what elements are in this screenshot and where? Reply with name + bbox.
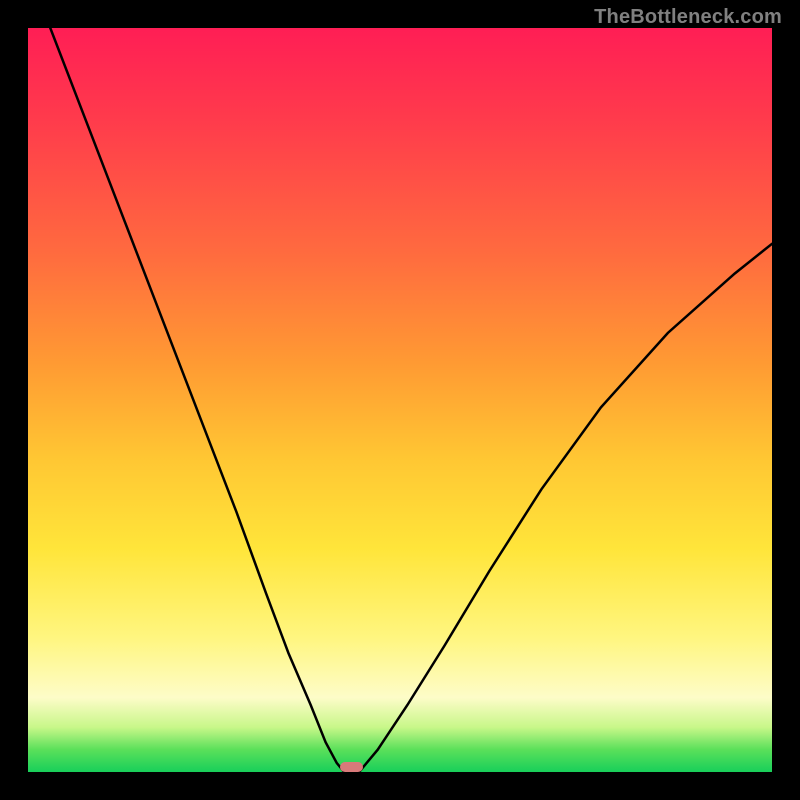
min-marker [340, 762, 362, 772]
curve-right-branch [359, 244, 772, 772]
chart-container: TheBottleneck.com [0, 0, 800, 800]
plot-area [28, 28, 772, 772]
watermark-label: TheBottleneck.com [594, 6, 782, 29]
curve-left-branch [50, 28, 344, 772]
bottleneck-curve [28, 28, 772, 772]
